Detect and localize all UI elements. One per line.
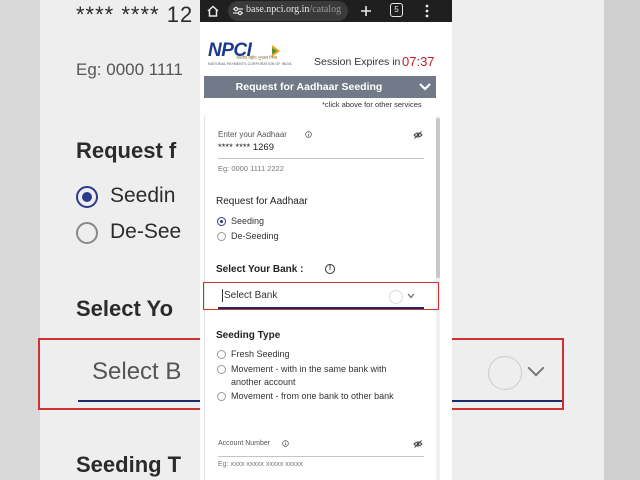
aadhaar-hint: Eg: 0000 1111 2222 (218, 164, 284, 173)
session-timer: 07:37 (402, 54, 435, 69)
bg-radio-deseeding (76, 222, 98, 244)
background-zoom-left: **** **** 12 Eg: 0000 1111 Request f See… (0, 0, 200, 480)
bg-seeding-type-title: Seeding T (76, 452, 182, 477)
account-underline[interactable] (218, 456, 424, 457)
account-label: Account Number (218, 440, 271, 447)
phone-screen: base.npci.org.in/catalog 5 NPCI भारतीय र… (200, 0, 452, 480)
loading-circle-icon (389, 290, 403, 304)
bank-title: Select Your Bank : (216, 264, 304, 275)
radio-movement-same-bank[interactable] (217, 365, 226, 374)
more-options-icon[interactable] (424, 3, 430, 19)
bank-select-underline (218, 307, 424, 309)
new-tab-icon[interactable] (358, 3, 374, 19)
info-icon[interactable] (305, 131, 312, 138)
bg-radio-seeding (76, 186, 98, 208)
radio-movement-other-bank[interactable] (217, 392, 226, 401)
chevron-down-icon (419, 83, 431, 91)
bank-info-icon[interactable]: ! (325, 264, 335, 274)
radio-movement-other-bank-label[interactable]: Movement - from one bank to other bank (231, 391, 394, 401)
radio-deseeding-label[interactable]: De-Seeding (231, 231, 279, 241)
bg-deseeding-label: De-See (110, 220, 182, 243)
seeding-type-title: Seeding Type (216, 330, 281, 341)
radio-movement-same-bank-label-cont[interactable]: another account (231, 377, 296, 387)
logo-hindi-text: भारतीय राष्ट्रीय भुगतान निगम (236, 55, 278, 60)
url-text: base.npci.org.in/catalog (246, 4, 342, 15)
bg-select-underline (78, 400, 200, 402)
aadhaar-input[interactable]: **** **** 1269 (218, 142, 274, 153)
service-title: Request for Aadhaar Seeding (235, 81, 383, 93)
home-icon[interactable] (206, 4, 220, 18)
url-bar[interactable]: base.npci.org.in/catalog (228, 1, 348, 21)
background-zoom-right (452, 0, 640, 480)
service-dropdown[interactable]: Request for Aadhaar Seeding (204, 76, 436, 98)
radio-seeding[interactable] (217, 217, 226, 226)
bg-select-bank-title: Select Yo (76, 296, 174, 321)
aadhaar-underline (218, 158, 424, 159)
radio-seeding-label[interactable]: Seeding (231, 216, 264, 226)
site-settings-icon[interactable] (232, 5, 244, 17)
npci-logo: NPCI भारतीय राष्ट्रीय भुगतान निगम NATION… (208, 40, 308, 68)
service-hint: *click above for other services (322, 100, 422, 109)
radio-fresh-seeding[interactable] (217, 350, 226, 359)
request-title: Request for Aadhaar (216, 196, 308, 207)
bg-request-title: Request f (76, 138, 177, 163)
radio-movement-same-bank-label[interactable]: Movement - with in the same bank with (231, 364, 387, 374)
bg-loading-circle (488, 356, 522, 390)
info-icon[interactable] (282, 440, 289, 447)
bg-aadhaar-hint: Eg: 0000 1111 (76, 60, 183, 79)
eye-off-icon[interactable] (413, 440, 423, 448)
aadhaar-label: Enter your Aadhaar (218, 130, 287, 139)
tab-switcher-icon[interactable]: 5 (390, 3, 403, 17)
account-hint: Eg: xxxx xxxxx xxxxx xxxxx (218, 461, 303, 468)
eye-off-icon[interactable] (413, 131, 423, 139)
bg-seeding-label: Seedin (110, 184, 176, 207)
bg-select-underline-right (452, 400, 562, 402)
browser-toolbar: base.npci.org.in/catalog 5 (200, 0, 452, 22)
scrollbar-thumb[interactable] (436, 118, 440, 278)
logo-english-text: NATIONAL PAYMENTS CORPORATION OF INDIA (208, 62, 292, 66)
bg-aadhaar-value: **** **** 12 (76, 2, 194, 27)
bg-select-bank-placeholder: Select B (92, 358, 182, 385)
radio-fresh-seeding-label[interactable]: Fresh Seeding (231, 349, 290, 359)
chevron-down-icon[interactable] (407, 293, 415, 299)
bank-select[interactable]: Select Bank (224, 290, 277, 301)
text-cursor (222, 289, 223, 302)
session-label: Session Expires in (314, 56, 401, 68)
radio-deseeding[interactable] (217, 232, 226, 241)
